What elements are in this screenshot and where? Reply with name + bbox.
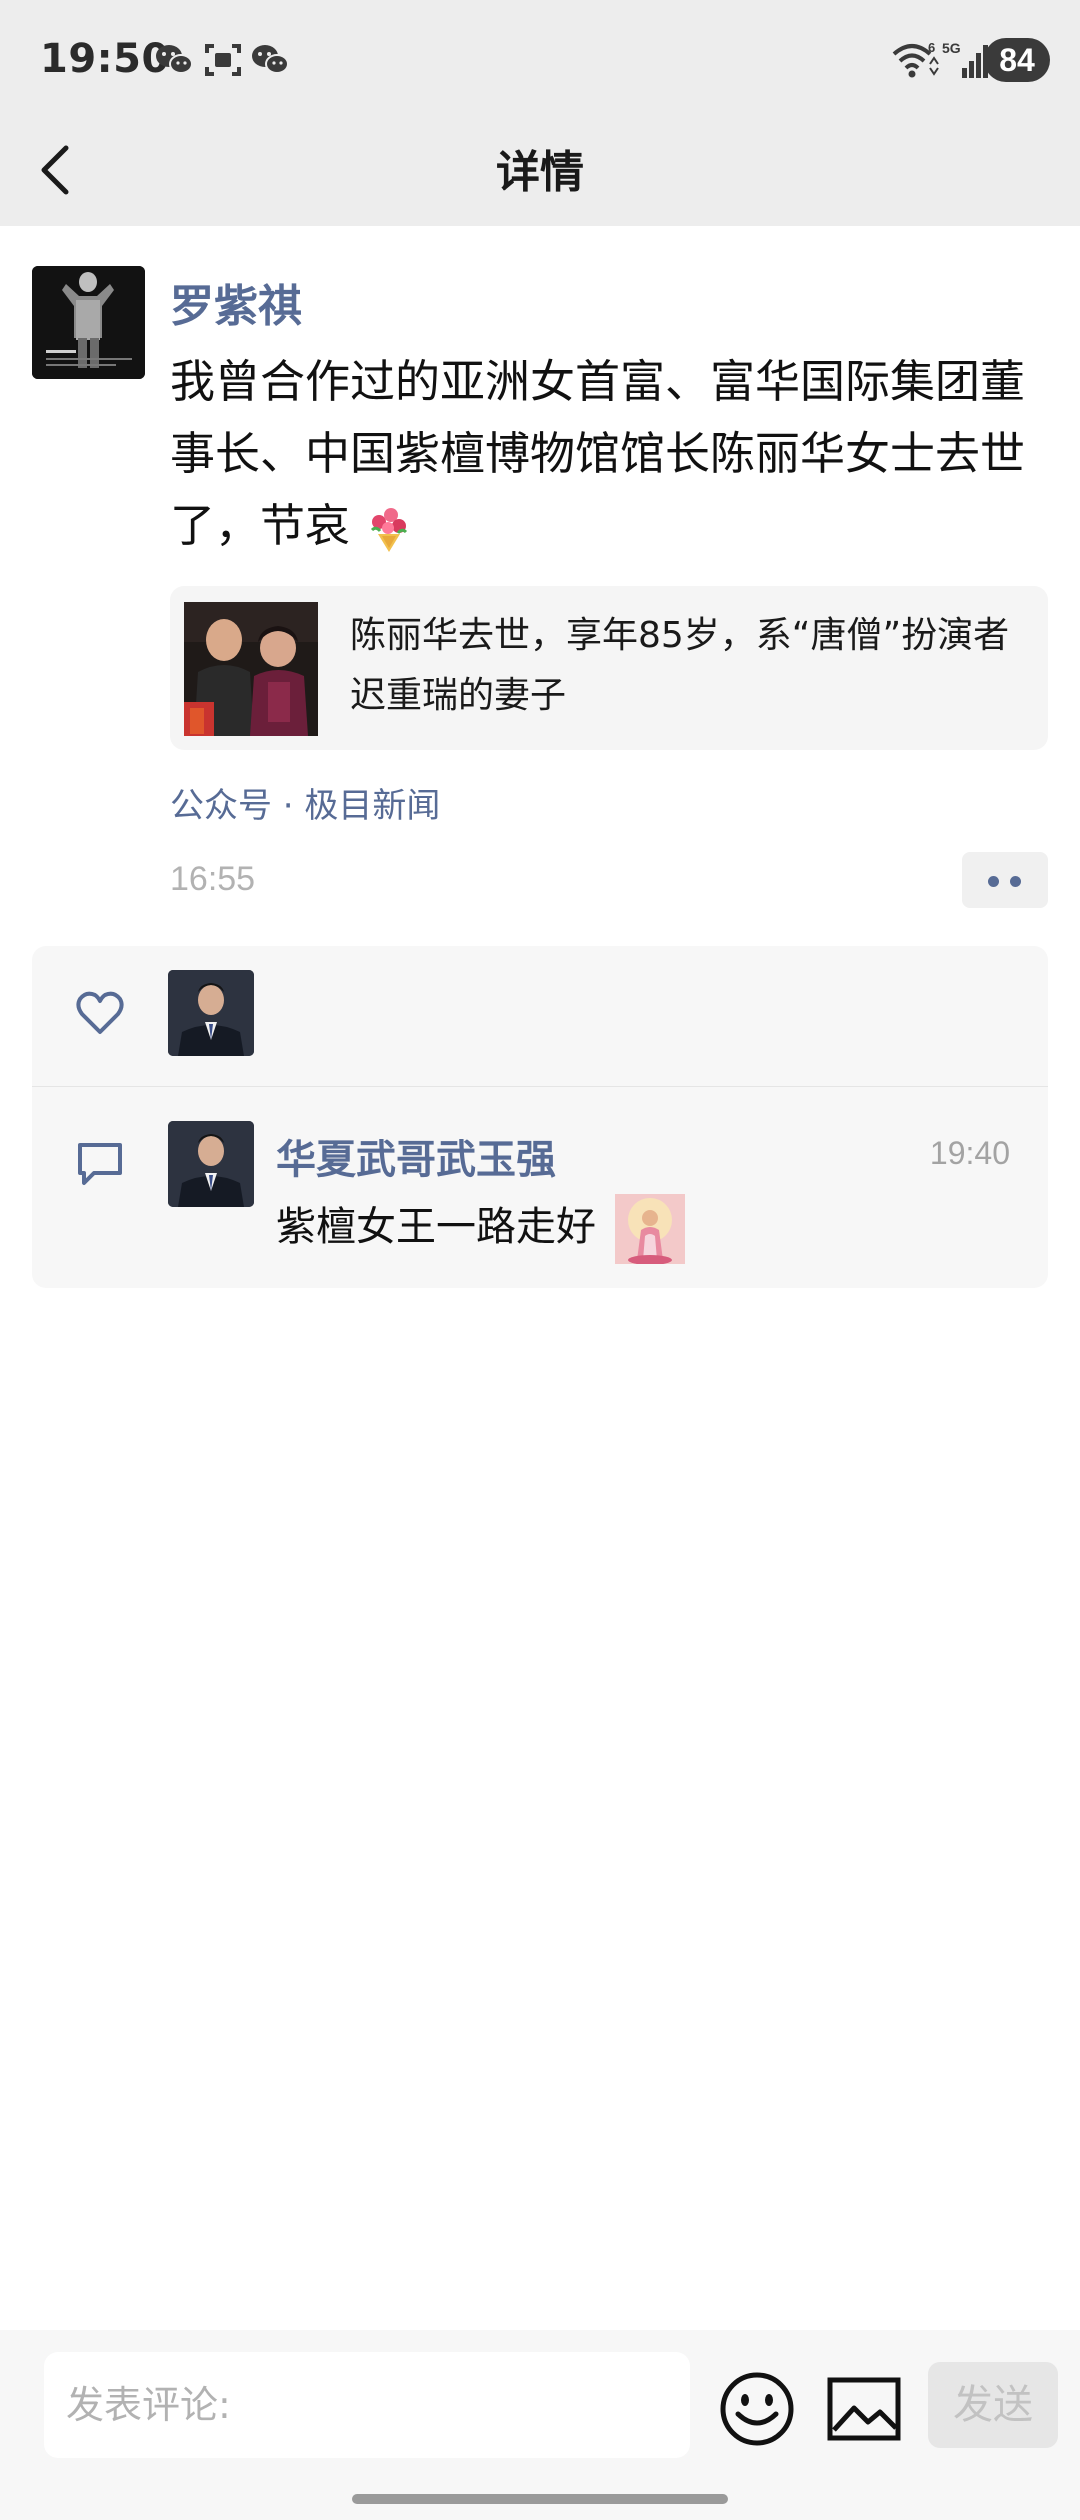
heart-icon — [76, 991, 124, 1034]
author-avatar-image — [32, 266, 145, 379]
comment-input[interactable]: 发表评论: — [44, 2352, 690, 2458]
scan-icon — [205, 44, 241, 76]
comment-text: 紫檀女王一路走好 — [276, 1191, 685, 1264]
comment-time: 19:40 — [929, 1135, 1010, 1171]
guanyin-sticker-icon — [614, 1194, 685, 1264]
article-thumbnail-image — [184, 602, 318, 736]
commenter-avatar-image — [168, 1121, 254, 1207]
liker-avatar-image — [168, 970, 254, 1056]
more-actions-button[interactable] — [962, 852, 1048, 908]
more-dot-icon — [988, 876, 999, 887]
status-time: 19:50 — [40, 36, 170, 82]
wifi-badge: 6 — [928, 40, 935, 55]
likes-row — [32, 946, 1048, 1086]
commenter-name[interactable]: 华夏武哥武玉强 — [276, 1127, 556, 1185]
comment-item[interactable]: 华夏武哥武玉强 19:40 紫檀女王一路走好 — [32, 1087, 1048, 1287]
wechat-icon — [252, 45, 289, 74]
post-text-body: 我曾合作过的亚洲女首富、富华国际集团董事长、中国紫檀博物馆馆长陈丽华女士去世了，… — [170, 355, 1026, 552]
interaction-panel: 华夏武哥武玉强 19:40 紫檀女王一路走好 — [32, 946, 1048, 1288]
image-button[interactable] — [826, 2376, 902, 2442]
smiley-icon — [720, 2372, 794, 2446]
author-avatar[interactable] — [32, 266, 145, 379]
article-title: 陈丽华去世，享年85岁，系“唐僧”扮演者迟重瑞的妻子 — [350, 615, 1010, 716]
status-bar: 19:50 6 5G 84 — [0, 0, 1080, 120]
post-text: 我曾合作过的亚洲女首富、富华国际集团董事长、中国紫檀博物馆馆长陈丽华女士去世了，… — [170, 346, 1050, 562]
nav-header: 详情 — [0, 120, 1080, 226]
commenter-avatar[interactable] — [168, 1121, 254, 1207]
comment-icon — [78, 1143, 122, 1185]
top-area: 19:50 6 5G 84 详情 — [0, 0, 1080, 226]
comment-text-body: 紫檀女王一路走好 — [276, 1204, 596, 1250]
wechat-icon — [156, 45, 193, 74]
image-icon — [827, 2377, 901, 2441]
comment-composer: 发表评论: 发送 — [0, 2330, 1080, 2520]
article-thumbnail — [184, 602, 318, 736]
page-title: 详情 — [496, 147, 584, 198]
post-source[interactable]: 公众号 · 极目新闻 — [170, 778, 440, 827]
bouquet-icon — [371, 508, 408, 552]
more-dot-icon — [1010, 876, 1021, 887]
wifi-icon: 6 — [892, 40, 939, 78]
post-time: 16:55 — [170, 860, 256, 898]
home-indicator[interactable] — [352, 2494, 728, 2504]
shared-article-card[interactable]: 陈丽华去世，享年85岁，系“唐僧”扮演者迟重瑞的妻子 — [170, 586, 1048, 750]
network-label: 5G — [942, 40, 961, 56]
battery-indicator: 84 — [984, 38, 1050, 82]
emoji-button[interactable] — [718, 2370, 796, 2448]
author-name[interactable]: 罗紫祺 — [170, 270, 302, 334]
send-button[interactable]: 发送 — [928, 2362, 1058, 2448]
liker-avatar[interactable] — [168, 970, 254, 1056]
